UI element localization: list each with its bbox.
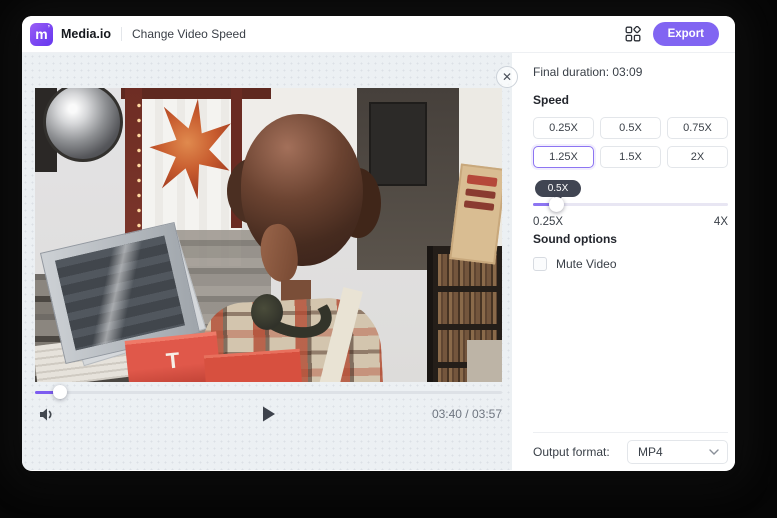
time-display: 03:40 / 03:57 <box>432 407 502 421</box>
photo-bin-letter: T <box>165 347 181 374</box>
export-button[interactable]: Export <box>653 22 719 46</box>
play-icon <box>262 406 276 422</box>
mute-video-label: Mute Video <box>556 257 617 271</box>
apps-grid-icon[interactable] <box>625 26 641 42</box>
speed-option-0-75x[interactable]: 0.75X <box>667 117 728 139</box>
logo-letter: m <box>35 26 47 42</box>
photo-person-hair <box>241 114 363 266</box>
volume-button[interactable] <box>39 407 56 422</box>
slider-handle[interactable] <box>549 197 564 212</box>
mute-video-checkbox[interactable] <box>533 257 547 271</box>
final-duration-text: Final duration: 03:09 <box>533 65 728 79</box>
speed-slider: 0.5X 0.25X 4X <box>533 180 728 226</box>
speed-option-1-25x[interactable]: 1.25X <box>533 146 594 168</box>
output-format-row: Output format: MP4 <box>533 432 728 470</box>
output-format-value: MP4 <box>638 445 663 459</box>
photo-round-mirror <box>43 88 123 162</box>
play-button[interactable] <box>262 406 276 422</box>
speed-option-0-5x[interactable]: 0.5X <box>600 117 661 139</box>
mediaio-logo-icon[interactable]: m ’ <box>30 23 53 46</box>
app-window: m ’ Media.io Change Video Speed Export ✕ <box>22 16 735 471</box>
speed-options-grid: 0.25X 0.5X 0.75X 1.25X 1.5X 2X <box>533 117 728 168</box>
photo-headphone-cup <box>251 294 283 330</box>
brand-name: Media.io <box>61 27 111 41</box>
slider-min-label: 0.25X <box>533 216 563 228</box>
desktop-background: m ’ Media.io Change Video Speed Export ✕ <box>0 0 777 518</box>
slider-tooltip: 0.5X <box>535 180 581 197</box>
preview-panel: ✕ <box>22 53 512 470</box>
slider-max-label: 4X <box>714 216 728 228</box>
seek-bar[interactable] <box>35 391 502 394</box>
output-format-label: Output format: <box>533 445 610 459</box>
app-header: m ’ Media.io Change Video Speed Export <box>22 16 735 53</box>
mute-video-row: Mute Video <box>533 257 728 271</box>
speed-option-2x[interactable]: 2X <box>667 146 728 168</box>
settings-sidebar: Final duration: 03:09 Speed 0.25X 0.5X 0… <box>512 53 735 470</box>
photo-red-bin <box>204 349 302 382</box>
seek-handle[interactable] <box>53 385 67 399</box>
photo-picture-frame <box>369 102 427 186</box>
photo-album-art <box>55 236 185 351</box>
close-icon[interactable]: ✕ <box>496 66 518 88</box>
photo-vinyl-row <box>438 292 497 324</box>
output-format-select[interactable]: MP4 <box>627 440 728 464</box>
speed-option-0-25x[interactable]: 0.25X <box>533 117 594 139</box>
photo-floor <box>467 340 502 382</box>
page-title: Change Video Speed <box>132 27 246 41</box>
sound-options-label: Sound options <box>533 232 728 246</box>
chevron-down-icon <box>709 449 719 455</box>
player-controls: 03:40 / 03:57 <box>35 403 502 425</box>
speed-section-label: Speed <box>533 93 728 107</box>
speaker-icon <box>39 407 56 422</box>
header-divider <box>121 27 122 41</box>
speed-option-1-5x[interactable]: 1.5X <box>600 146 661 168</box>
video-preview[interactable]: T <box>35 88 502 382</box>
logo-tick: ’ <box>48 25 50 33</box>
